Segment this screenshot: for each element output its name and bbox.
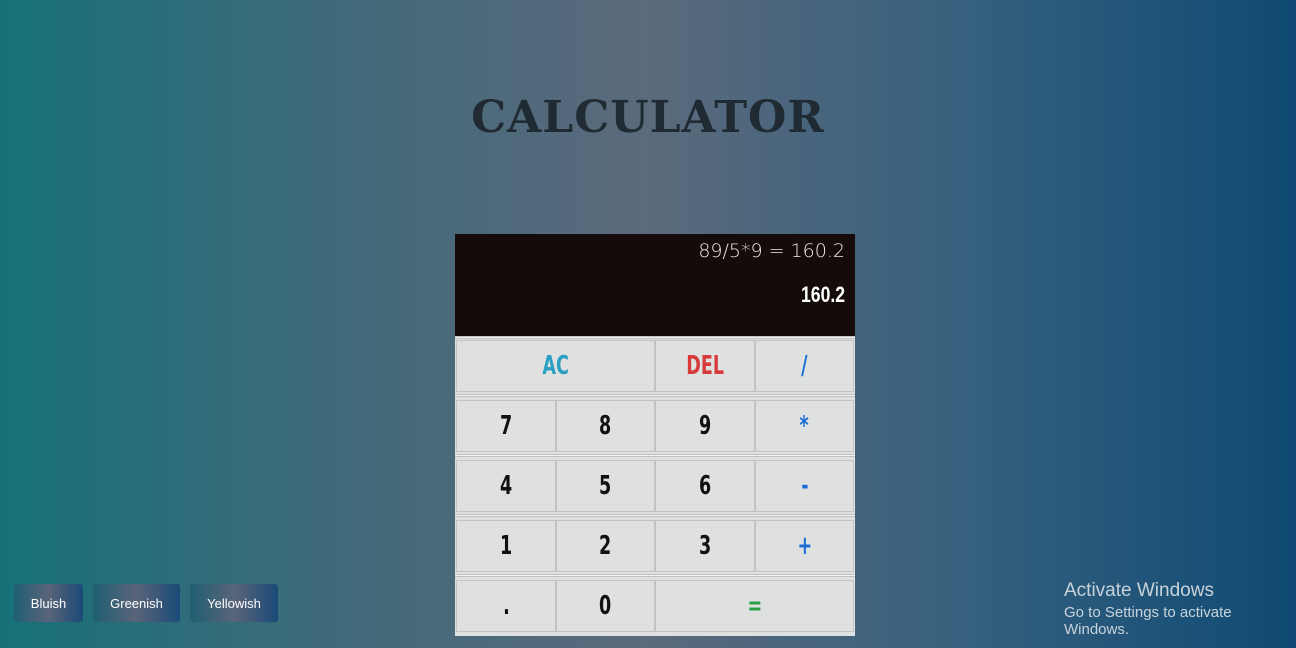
all-clear-button[interactable]: AC — [456, 340, 655, 392]
key-8[interactable]: 8 — [556, 400, 655, 452]
theme-yellowish-button[interactable]: Yellowish — [190, 584, 278, 622]
key-4[interactable]: 4 — [456, 460, 556, 512]
key-3-label: 3 — [698, 531, 712, 561]
key-9-label: 9 — [698, 411, 712, 441]
delete-button[interactable]: DEL — [655, 340, 755, 392]
equals-button[interactable]: = — [655, 580, 854, 632]
key-0[interactable]: 0 — [556, 580, 655, 632]
minus-button[interactable]: - — [755, 460, 854, 512]
divide-label: / — [801, 351, 808, 381]
row-divider — [455, 514, 855, 517]
theme-bluish-button[interactable]: Bluish — [14, 584, 83, 622]
key-7[interactable]: 7 — [456, 400, 556, 452]
key-7-label: 7 — [499, 411, 513, 441]
row-divider — [455, 394, 855, 397]
watermark-subtitle: Go to Settings to activate Windows. — [1064, 604, 1232, 638]
watermark-title: Activate Windows — [1064, 580, 1214, 601]
divide-button[interactable]: / — [755, 340, 854, 392]
key-0-label: 0 — [599, 591, 612, 621]
delete-label: DEL — [686, 351, 724, 381]
result-display: 160.2 — [800, 282, 845, 307]
page-title: CALCULATOR — [471, 92, 825, 143]
key-6[interactable]: 6 — [655, 460, 755, 512]
key-2-label: 2 — [599, 531, 612, 561]
key-2[interactable]: 2 — [556, 520, 655, 572]
plus-button[interactable]: + — [755, 520, 854, 572]
calculator: 89/5*9 = 160.2 160.2 AC DEL / 7 8 9 * 4 … — [455, 234, 855, 636]
key-4-label: 4 — [499, 471, 513, 501]
activation-watermark: Activate Windows Go to Settings to activ… — [1064, 580, 1296, 638]
key-3[interactable]: 3 — [655, 520, 755, 572]
key-1[interactable]: 1 — [456, 520, 556, 572]
equals-label: = — [747, 591, 762, 621]
all-clear-label: AC — [542, 351, 569, 381]
key-5-label: 5 — [599, 471, 612, 501]
expression-display: 89/5*9 = 160.2 — [698, 240, 845, 262]
key-8-label: 8 — [599, 411, 612, 441]
calculator-display: 89/5*9 = 160.2 160.2 — [455, 234, 855, 336]
row-divider — [455, 454, 855, 457]
key-1-label: 1 — [499, 531, 513, 561]
key-5[interactable]: 5 — [556, 460, 655, 512]
theme-greenish-button[interactable]: Greenish — [93, 584, 180, 622]
row-divider — [455, 574, 855, 577]
multiply-button[interactable]: * — [755, 400, 854, 452]
plus-label: + — [797, 531, 812, 561]
decimal-button[interactable]: . — [456, 580, 556, 632]
multiply-label: * — [799, 411, 810, 441]
key-9[interactable]: 9 — [655, 400, 755, 452]
decimal-label: . — [502, 591, 510, 621]
row-divider — [455, 336, 855, 339]
key-6-label: 6 — [698, 471, 712, 501]
minus-label: - — [800, 471, 809, 501]
